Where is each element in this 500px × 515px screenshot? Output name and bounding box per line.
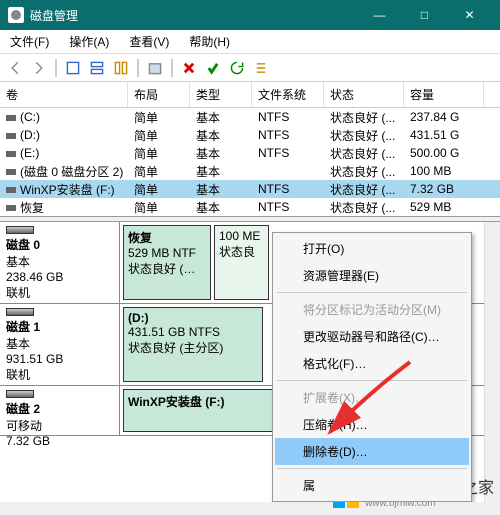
action-red-x[interactable] [178, 57, 200, 79]
ctx-extend: 扩展卷(X)… [275, 384, 469, 411]
separator [171, 59, 173, 77]
volume-row[interactable]: WinXP安装盘 (F:)简单基本NTFS状态良好 (...7.32 GB [0, 180, 500, 198]
volume-list: 卷 布局 类型 文件系统 状态 容量 (C:)简单基本NTFS状态良好 (...… [0, 82, 500, 216]
vertical-scrollbar[interactable] [484, 222, 500, 502]
partition-block[interactable]: WinXP安装盘 (F:) [123, 389, 273, 432]
ctx-format[interactable]: 格式化(F)… [275, 350, 469, 377]
col-status[interactable]: 状态 [324, 82, 404, 107]
separator [277, 380, 467, 381]
ctx-change-letter[interactable]: 更改驱动器号和路径(C)… [275, 323, 469, 350]
separator [55, 59, 57, 77]
view-button-1[interactable] [62, 57, 84, 79]
maximize-button[interactable]: □ [402, 0, 447, 30]
volume-row[interactable]: (E:)简单基本NTFS状态良好 (...500.00 G [0, 144, 500, 162]
volume-row[interactable]: (磁盘 0 磁盘分区 2)简单基本状态良好 (...100 MB [0, 162, 500, 180]
toolbar [0, 54, 500, 82]
context-menu: 打开(O) 资源管理器(E) 将分区标记为活动分区(M) 更改驱动器号和路径(C… [272, 232, 472, 502]
partition-block[interactable]: 恢复529 MB NTF状态良好 (… [123, 225, 211, 300]
partition-block[interactable]: 100 ME状态良 [214, 225, 269, 300]
forward-button[interactable] [28, 57, 50, 79]
ctx-explorer[interactable]: 资源管理器(E) [275, 262, 469, 289]
view-button-3[interactable] [110, 57, 132, 79]
col-layout[interactable]: 布局 [128, 82, 190, 107]
col-fs[interactable]: 文件系统 [252, 82, 324, 107]
menu-bar: 文件(F) 操作(A) 查看(V) 帮助(H) [0, 30, 500, 54]
minimize-button[interactable]: — [357, 0, 402, 30]
ctx-properties[interactable]: 属 [275, 472, 469, 499]
ctx-mark-active: 将分区标记为活动分区(M) [275, 296, 469, 323]
ctx-shrink[interactable]: 压缩卷(H)… [275, 411, 469, 438]
action-check[interactable] [202, 57, 224, 79]
view-button-2[interactable] [86, 57, 108, 79]
menu-help[interactable]: 帮助(H) [185, 31, 234, 52]
disk-label[interactable]: 磁盘 1基本931.51 GB联机 [0, 304, 120, 385]
back-button[interactable] [4, 57, 26, 79]
disk-label[interactable]: 磁盘 2可移动7.32 GB [0, 386, 120, 435]
refresh-button[interactable] [226, 57, 248, 79]
separator [137, 59, 139, 77]
properties-button[interactable] [144, 57, 166, 79]
title-bar: 磁盘管理 — □ ✕ [0, 0, 500, 30]
separator [277, 468, 467, 469]
col-volume[interactable]: 卷 [0, 82, 128, 107]
disk-graphical-view: 磁盘 0基本238.46 GB联机恢复529 MB NTF状态良好 (…100 … [0, 222, 500, 502]
menu-file[interactable]: 文件(F) [6, 31, 53, 52]
col-type[interactable]: 类型 [190, 82, 252, 107]
volume-row[interactable]: (C:)简单基本NTFS状态良好 (...237.84 G [0, 108, 500, 126]
volume-row[interactable]: 恢复简单基本NTFS状态良好 (...529 MB [0, 198, 500, 216]
separator [277, 292, 467, 293]
column-headers: 卷 布局 类型 文件系统 状态 容量 [0, 82, 500, 108]
col-capacity[interactable]: 容量 [404, 82, 484, 107]
app-icon [8, 7, 24, 23]
disk-label[interactable]: 磁盘 0基本238.46 GB联机 [0, 222, 120, 303]
window-buttons: — □ ✕ [357, 0, 492, 30]
close-button[interactable]: ✕ [447, 0, 492, 30]
ctx-open[interactable]: 打开(O) [275, 235, 469, 262]
partition-block[interactable]: (D:)431.51 GB NTFS状态良好 (主分区) [123, 307, 263, 382]
ctx-delete-volume[interactable]: 删除卷(D)… [275, 438, 469, 465]
menu-action[interactable]: 操作(A) [65, 31, 113, 52]
menu-view[interactable]: 查看(V) [125, 31, 173, 52]
volume-row[interactable]: (D:)简单基本NTFS状态良好 (...431.51 G [0, 126, 500, 144]
window-title: 磁盘管理 [30, 7, 357, 24]
list-button[interactable] [250, 57, 272, 79]
